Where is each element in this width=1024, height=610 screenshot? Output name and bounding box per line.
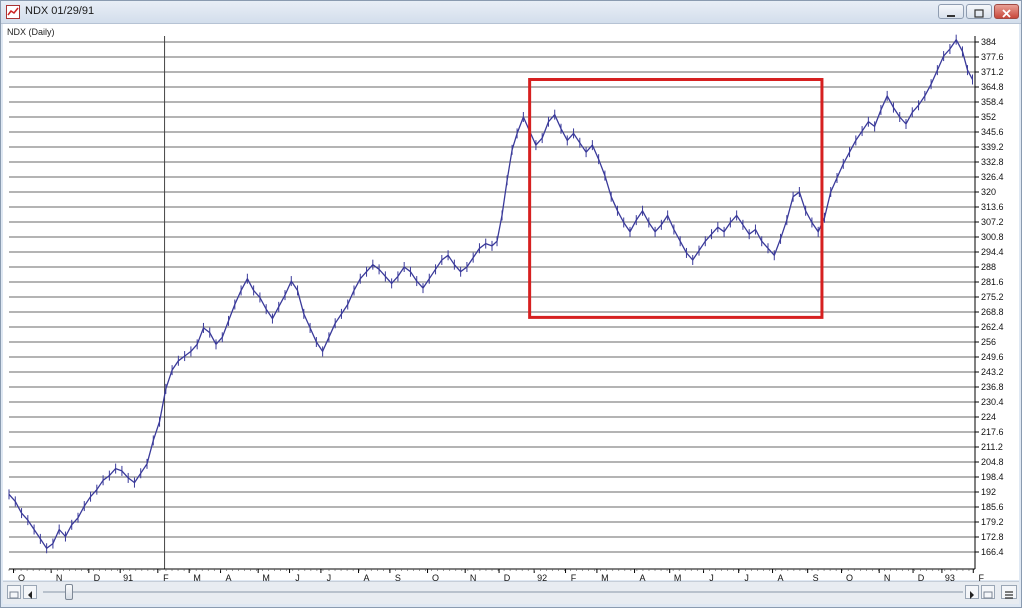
- scroll-thumb[interactable]: [65, 584, 73, 600]
- arrow-left-icon: [28, 591, 32, 599]
- y-tick-label: 230.4: [981, 397, 1004, 407]
- menu-button[interactable]: [1001, 585, 1017, 599]
- y-tick-label: 288: [981, 262, 996, 272]
- chart-window: NDX 01/29/91 384 377.6 371.2 364.8 358.4 352 3…: [0, 0, 1022, 608]
- y-tick-label: 268.8: [981, 307, 1004, 317]
- y-tick-label: 204.8: [981, 457, 1004, 467]
- y-tick-label: 320: [981, 187, 996, 197]
- scroll-track[interactable]: [43, 591, 963, 593]
- y-tick-label: 281.6: [981, 277, 1004, 287]
- y-tick-label: 358.4: [981, 97, 1004, 107]
- y-tick-label: 249.6: [981, 352, 1004, 362]
- chart-background: [3, 24, 1019, 580]
- y-tick-label: 326.4: [981, 172, 1004, 182]
- minimize-icon: [947, 15, 955, 17]
- page-icon: [983, 591, 993, 599]
- y-tick-label: 236.8: [981, 382, 1004, 392]
- y-tick-label: 198.4: [981, 472, 1004, 482]
- zoom-icon: [9, 591, 19, 599]
- y-tick-label: 172.8: [981, 532, 1004, 542]
- close-button[interactable]: [994, 4, 1019, 19]
- y-tick-label: 332.8: [981, 157, 1004, 167]
- y-tick-label: 313.6: [981, 202, 1004, 212]
- y-tick-label: 166.4: [981, 547, 1004, 557]
- scroll-zoom-button[interactable]: [7, 585, 21, 599]
- menu-icon: [1005, 591, 1013, 599]
- y-tick-label: 352: [981, 112, 996, 122]
- restore-icon: [974, 9, 984, 18]
- y-tick-label: 364.8: [981, 82, 1004, 92]
- title-bar[interactable]: NDX 01/29/91: [1, 1, 1021, 24]
- y-tick-label: 377.6: [981, 52, 1004, 62]
- y-tick-label: 217.6: [981, 427, 1004, 437]
- minimize-button[interactable]: [938, 4, 964, 19]
- y-tick-label: 300.8: [981, 232, 1004, 242]
- y-tick-label: 243.2: [981, 367, 1004, 377]
- arrow-right-icon: [970, 591, 974, 599]
- close-icon: [1002, 9, 1011, 18]
- chart-app-icon: [6, 5, 20, 19]
- y-tick-label: 384: [981, 37, 996, 47]
- y-tick-label: 307.2: [981, 217, 1004, 227]
- y-tick-label: 275.2: [981, 292, 1004, 302]
- chart-title: NDX (Daily): [7, 27, 55, 37]
- y-tick-label: 339.2: [981, 142, 1004, 152]
- scroll-right-button[interactable]: [965, 585, 979, 599]
- y-tick-label: 256: [981, 337, 996, 347]
- y-tick-label: 224: [981, 412, 996, 422]
- price-chart[interactable]: 384 377.6 371.2 364.8 358.4 352 345.6 339.2 332.…: [3, 24, 1019, 592]
- y-tick-label: 262.4: [981, 322, 1004, 332]
- y-tick-label: 211.2: [981, 442, 1003, 452]
- y-tick-label: 192: [981, 487, 996, 497]
- y-tick-label: 179.2: [981, 517, 1004, 527]
- y-tick-label: 371.2: [981, 67, 1004, 77]
- y-tick-label: 345.6: [981, 127, 1004, 137]
- maximize-button[interactable]: [966, 4, 992, 19]
- window-title: NDX 01/29/91: [25, 5, 95, 17]
- y-tick-label: 185.6: [981, 502, 1004, 512]
- horizontal-scrollbar[interactable]: [3, 581, 1019, 604]
- y-tick-label: 294.4: [981, 247, 1004, 257]
- scroll-left-button[interactable]: [23, 585, 37, 599]
- scroll-page-button[interactable]: [981, 585, 995, 599]
